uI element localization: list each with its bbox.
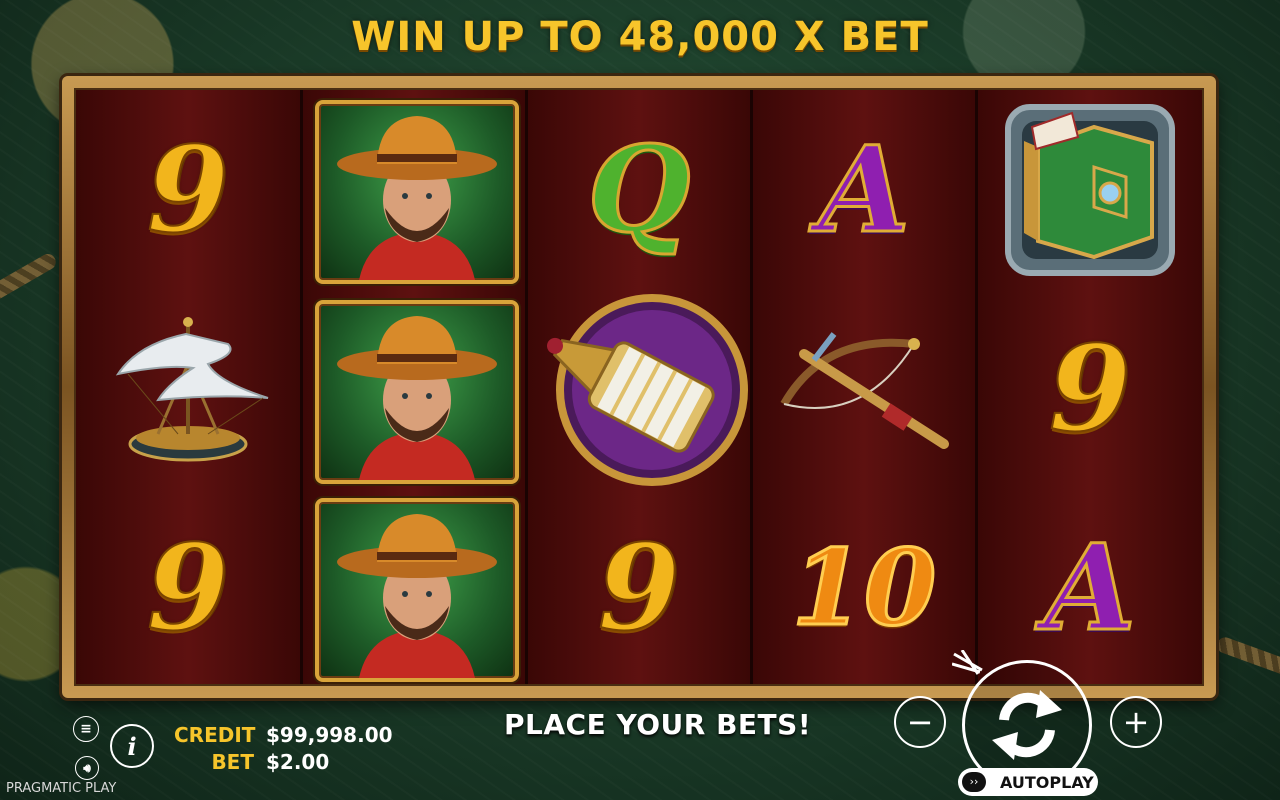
- explorer-symbol: [315, 498, 519, 682]
- spin-arrows-icon: [992, 690, 1062, 760]
- decrease-bet-button[interactable]: −: [894, 696, 946, 748]
- reel-frame: 9 9 Q 9 A 10 9 A: [62, 76, 1216, 698]
- symbol-ace: A: [978, 488, 1202, 688]
- menu-icon: ≡: [80, 721, 92, 737]
- symbol-queen: Q: [528, 90, 750, 290]
- explorer-symbol: [315, 300, 519, 484]
- symbol-ten: 10: [753, 488, 975, 688]
- symbol-label: 9: [1048, 319, 1132, 458]
- symbol-label: 9: [146, 120, 230, 259]
- explorer-portrait-icon: [337, 316, 497, 480]
- ornithopter-icon: [115, 317, 269, 462]
- minus-icon: −: [906, 703, 934, 741]
- reel-divider: [300, 90, 303, 684]
- airship-symbol: [76, 290, 300, 488]
- cryptex-symbol: [528, 290, 750, 488]
- explorer-symbol: [315, 100, 519, 284]
- codex-book-icon: [1005, 104, 1175, 276]
- symbol-label: Q: [586, 120, 692, 259]
- bet-value: $2.00: [266, 750, 330, 774]
- sound-button[interactable]: 🔊︎: [75, 756, 99, 780]
- autoplay-button[interactable]: ›› AUTOPLAY: [958, 768, 1098, 796]
- symbol-ace: A: [753, 90, 975, 290]
- symbol-nine: 9: [528, 488, 750, 688]
- plus-icon: +: [1122, 703, 1150, 741]
- credit-label: CREDIT: [174, 723, 256, 747]
- crossbow-symbol: [753, 290, 975, 488]
- symbol-nine: 9: [76, 488, 300, 688]
- bet-label: BET: [211, 750, 254, 774]
- symbol-label: A: [1043, 518, 1138, 657]
- book-symbol: [978, 90, 1202, 290]
- menu-button[interactable]: ≡: [73, 716, 99, 742]
- speaker-icon: 🔊︎: [83, 760, 91, 775]
- symbol-label: 9: [146, 518, 230, 657]
- symbol-label: A: [817, 120, 912, 259]
- brand-logo-text: PRAGMATIC PLAY: [6, 781, 117, 796]
- explorer-portrait-icon: [337, 116, 497, 280]
- symbol-nine: 9: [76, 90, 300, 290]
- autoplay-label: AUTOPLAY: [1000, 772, 1094, 792]
- symbol-label: 9: [597, 518, 681, 657]
- crossbow-icon: [780, 332, 949, 449]
- credit-value: $99,998.00: [266, 723, 393, 747]
- status-message: PLACE YOUR BETS!: [504, 708, 812, 741]
- sparkle-icon: [952, 650, 983, 675]
- info-icon: i: [127, 731, 137, 761]
- autoplay-icon: ››: [962, 772, 986, 792]
- symbol-label: 10: [790, 526, 938, 649]
- increase-bet-button[interactable]: +: [1110, 696, 1162, 748]
- reel-area: 9 9 Q 9 A 10 9 A: [74, 88, 1204, 686]
- symbol-nine: 9: [978, 290, 1202, 488]
- info-button[interactable]: i: [110, 724, 154, 768]
- cryptex-icon: [547, 294, 748, 486]
- win-banner: WIN UP TO 48,000 X BET: [351, 14, 929, 60]
- explorer-portrait-icon: [337, 514, 497, 678]
